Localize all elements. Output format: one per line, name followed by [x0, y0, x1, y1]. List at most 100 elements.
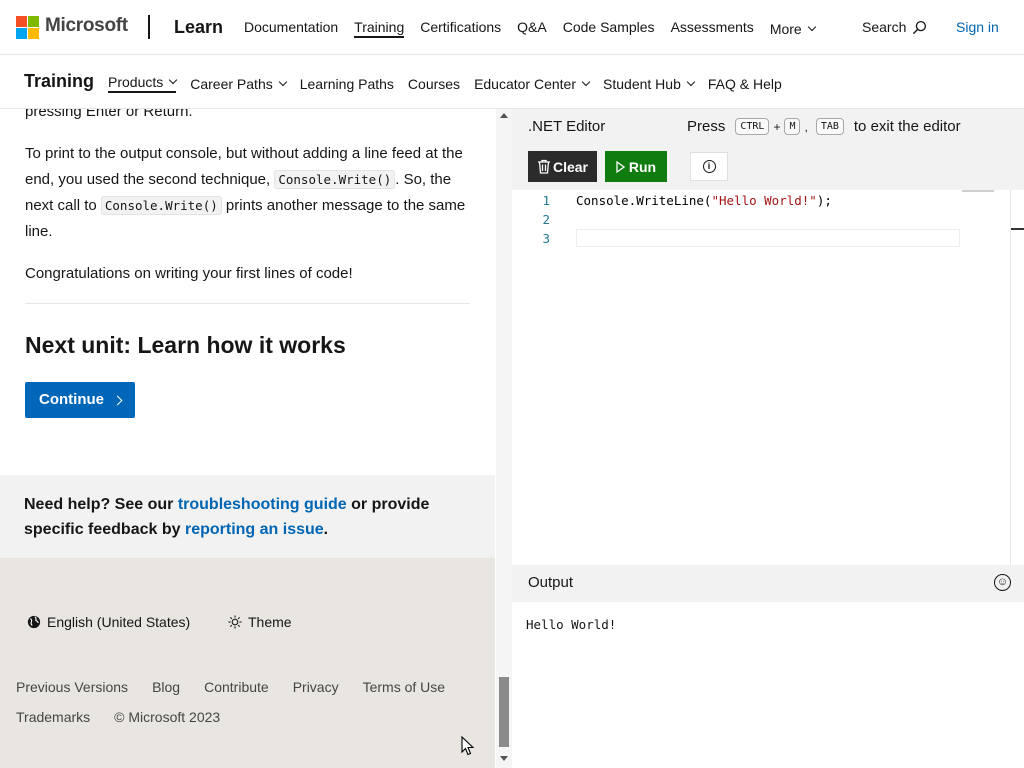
nav-more-label: More	[769, 20, 802, 37]
run-label: Run	[628, 158, 657, 175]
key-ctrl: CTRL	[735, 118, 770, 135]
learn-home-link[interactable]: Learn	[174, 17, 223, 38]
inline-code: Console.Write()	[100, 196, 222, 215]
subnav-products[interactable]: Products	[108, 74, 178, 93]
search-label: Search	[862, 19, 907, 35]
help-text: .	[323, 521, 329, 538]
article-content: pressing Enter or Return. To print to th…	[25, 109, 470, 418]
exit-editor-hint: Press CTRL + M , TAB to exit the editor	[687, 118, 961, 135]
hint-press: Press	[687, 118, 726, 135]
code-line: 1 Console.WriteLine("Hello World!");	[512, 191, 1024, 210]
mouse-cursor-icon	[461, 736, 475, 756]
chevron-down-icon	[686, 77, 696, 86]
nav-code-samples[interactable]: Code Samples	[563, 19, 655, 38]
nav-more[interactable]: More	[769, 19, 816, 38]
nav-qa[interactable]: Q&A	[517, 19, 547, 38]
footer-link-contribute[interactable]: Contribute	[204, 678, 269, 696]
page-scrollbar[interactable]	[496, 109, 512, 768]
footer: English (United States) Theme Previous V…	[0, 558, 495, 768]
key-m: M	[784, 118, 801, 135]
scrollbar-thumb[interactable]	[499, 677, 509, 747]
article-partial-line: pressing Enter or Return.	[25, 109, 193, 120]
dotnet-editor-pane: .NET Editor Press CTRL + M , TAB to exit…	[512, 109, 1024, 768]
code-line: 3	[512, 229, 1024, 248]
search-button[interactable]: Search	[862, 19, 927, 35]
line-number: 3	[542, 231, 550, 246]
training-nav: Products Career Paths Learning Paths Cou…	[108, 74, 782, 93]
subnav-student-hub-label: Student Hub	[603, 75, 681, 92]
sun-icon	[228, 615, 242, 629]
editor-scrollbar[interactable]	[1010, 190, 1011, 565]
microsoft-brand[interactable]: Microsoft	[45, 15, 128, 37]
nav-certifications[interactable]: Certifications	[420, 19, 501, 38]
scroll-down-icon[interactable]	[500, 756, 508, 761]
info-icon: i	[702, 160, 716, 173]
output-text: Hello World!	[526, 617, 617, 632]
play-icon	[616, 160, 625, 173]
nav-assessments[interactable]: Assessments	[671, 19, 754, 38]
code-line: 2	[512, 210, 1024, 229]
key-plus: +	[773, 119, 781, 134]
subnav-career-paths-label: Career Paths	[190, 75, 273, 92]
language-selector[interactable]: English (United States)	[27, 614, 190, 630]
footer-link-previous-versions[interactable]: Previous Versions	[16, 678, 128, 696]
subnav-faq-help[interactable]: FAQ & Help	[708, 74, 782, 93]
help-box: Need help? See our troubleshooting guide…	[0, 475, 495, 558]
top-nav: Documentation Training Certifications Q&…	[244, 19, 816, 38]
trash-icon	[537, 159, 550, 174]
key-comma: ,	[804, 119, 808, 134]
code-token: Console.WriteLine(	[576, 193, 712, 208]
theme-label: Theme	[248, 614, 292, 630]
info-button[interactable]: i	[690, 152, 728, 181]
copyright: © Microsoft 2023	[114, 709, 221, 725]
code-editor[interactable]: 1 Console.WriteLine("Hello World!"); 2 3	[512, 190, 1024, 565]
output-header: Output ☺	[512, 565, 1024, 602]
line-number: 1	[542, 193, 550, 208]
subnav-learning-paths[interactable]: Learning Paths	[300, 74, 394, 93]
troubleshooting-guide-link[interactable]: troubleshooting guide	[178, 496, 347, 513]
output-title: Output	[528, 574, 574, 591]
run-button[interactable]: Run	[605, 151, 667, 182]
code-string: "Hello World!"	[711, 193, 817, 208]
scroll-up-icon[interactable]	[500, 113, 508, 118]
training-subheader: Training Products Career Paths Learning …	[0, 55, 1024, 109]
footer-link-trademarks[interactable]: Trademarks	[16, 708, 90, 726]
continue-button[interactable]: Continue	[25, 382, 135, 418]
clear-label: Clear	[552, 158, 589, 175]
top-header: Microsoft Learn Documentation Training C…	[0, 0, 1024, 55]
footer-link-terms[interactable]: Terms of Use	[363, 678, 445, 696]
chevron-down-icon	[807, 22, 816, 31]
footer-link-privacy[interactable]: Privacy	[293, 678, 339, 696]
output-console: Hello World!	[512, 602, 1024, 768]
microsoft-logo-icon[interactable]	[16, 16, 39, 39]
inline-code: Console.Write()	[274, 170, 396, 189]
key-tab: TAB	[815, 118, 844, 135]
editor-title: .NET Editor	[528, 118, 606, 135]
report-issue-link[interactable]: reporting an issue	[185, 521, 324, 538]
chevron-down-icon	[169, 75, 178, 85]
nav-training[interactable]: Training	[354, 19, 405, 38]
theme-selector[interactable]: Theme	[228, 614, 292, 630]
code-token: );	[816, 193, 832, 208]
globe-icon	[27, 615, 41, 629]
next-unit-heading: Next unit: Learn how it works	[25, 332, 346, 358]
subnav-student-hub[interactable]: Student Hub	[603, 74, 696, 93]
feedback-smiley-icon[interactable]: ☺	[994, 574, 1011, 591]
footer-links: Previous Versions Blog Contribute Privac…	[16, 678, 476, 726]
nav-documentation[interactable]: Documentation	[244, 19, 338, 38]
subnav-educator-center-label: Educator Center	[474, 75, 577, 92]
subnav-educator-center[interactable]: Educator Center	[474, 74, 591, 93]
subnav-career-paths[interactable]: Career Paths	[190, 74, 287, 93]
search-icon	[913, 20, 927, 34]
footer-link-blog[interactable]: Blog	[152, 678, 180, 696]
code-text: Console.WriteLine("Hello World!");	[576, 191, 832, 210]
subnav-products-label: Products	[108, 74, 164, 90]
sign-in-link[interactable]: Sign in	[956, 19, 999, 35]
help-text: Need help? See our	[24, 496, 178, 513]
subnav-courses[interactable]: Courses	[408, 74, 460, 93]
language-label: English (United States)	[47, 614, 191, 630]
editor-cursor-marker	[1011, 228, 1024, 230]
training-title[interactable]: Training	[24, 71, 94, 92]
clear-button[interactable]: Clear	[528, 151, 597, 182]
article-pane[interactable]: pressing Enter or Return. To print to th…	[0, 109, 495, 768]
